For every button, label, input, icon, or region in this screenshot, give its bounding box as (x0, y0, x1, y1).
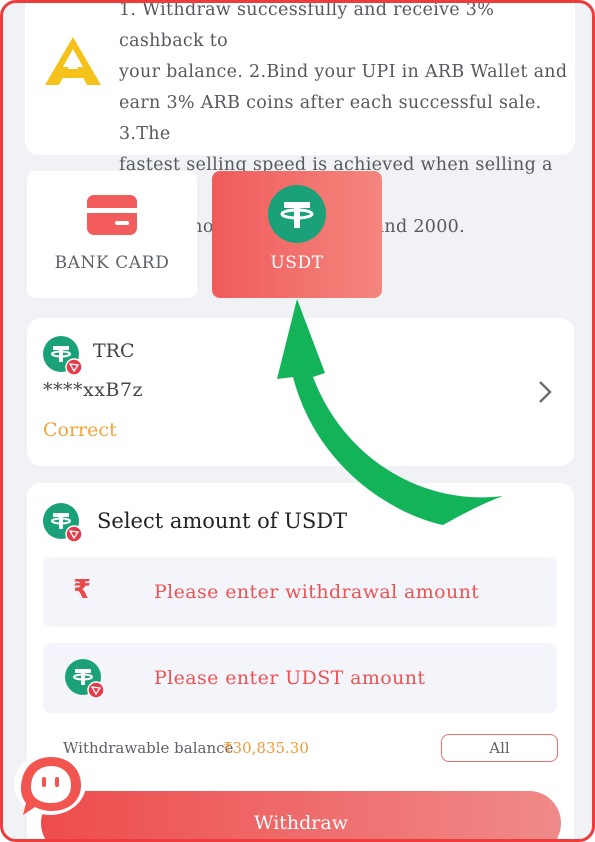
arb-logo-icon (45, 37, 101, 85)
usdt-amount-placeholder: Please enter UDST amount (154, 667, 426, 689)
address-network: TRC (93, 340, 135, 362)
balance-value: ₹30,835.30 (223, 739, 309, 757)
annotation-arrow-icon (277, 299, 503, 525)
address-status: Correct (43, 419, 117, 441)
withdraw-button[interactable]: Withdraw (41, 791, 561, 839)
usdt-amount-input[interactable]: Please enter UDST amount (43, 643, 557, 713)
withdraw-amount-input[interactable]: ₹ Please enter withdrawal amount (43, 557, 557, 627)
amount-card: Select amount of USDT ₹ Please enter wit… (27, 483, 574, 839)
bank-card-icon (87, 195, 137, 235)
rupee-icon: ₹ (73, 575, 92, 605)
notice-line: 1. Withdraw successfully and receive 3% … (119, 0, 495, 51)
withdraw-amount-placeholder: Please enter withdrawal amount (154, 581, 480, 603)
tether-trc-icon (43, 503, 83, 543)
all-button[interactable]: All (441, 734, 558, 762)
notice-card: 1. Withdraw successfully and receive 3% … (25, 0, 575, 237)
address-value: ****xxB7z (43, 379, 143, 401)
method-label: USDT (270, 253, 324, 273)
tether-trc-icon (43, 336, 83, 376)
method-bank-card[interactable]: BANK CARD (27, 171, 197, 298)
chevron-right-icon[interactable] (538, 380, 552, 404)
notice-line: your balance. 2.Bind your UPI in ARB Wal… (119, 62, 568, 82)
notice-line: earn 3% ARB coins after each successful … (119, 93, 542, 144)
method-label: BANK CARD (54, 253, 170, 273)
tether-icon (268, 185, 326, 243)
tether-trc-icon (65, 659, 105, 699)
method-usdt[interactable]: USDT (212, 171, 382, 298)
app-frame: 1. Withdraw successfully and receive 3% … (0, 0, 595, 842)
chat-bubble-icon[interactable] (11, 751, 89, 821)
